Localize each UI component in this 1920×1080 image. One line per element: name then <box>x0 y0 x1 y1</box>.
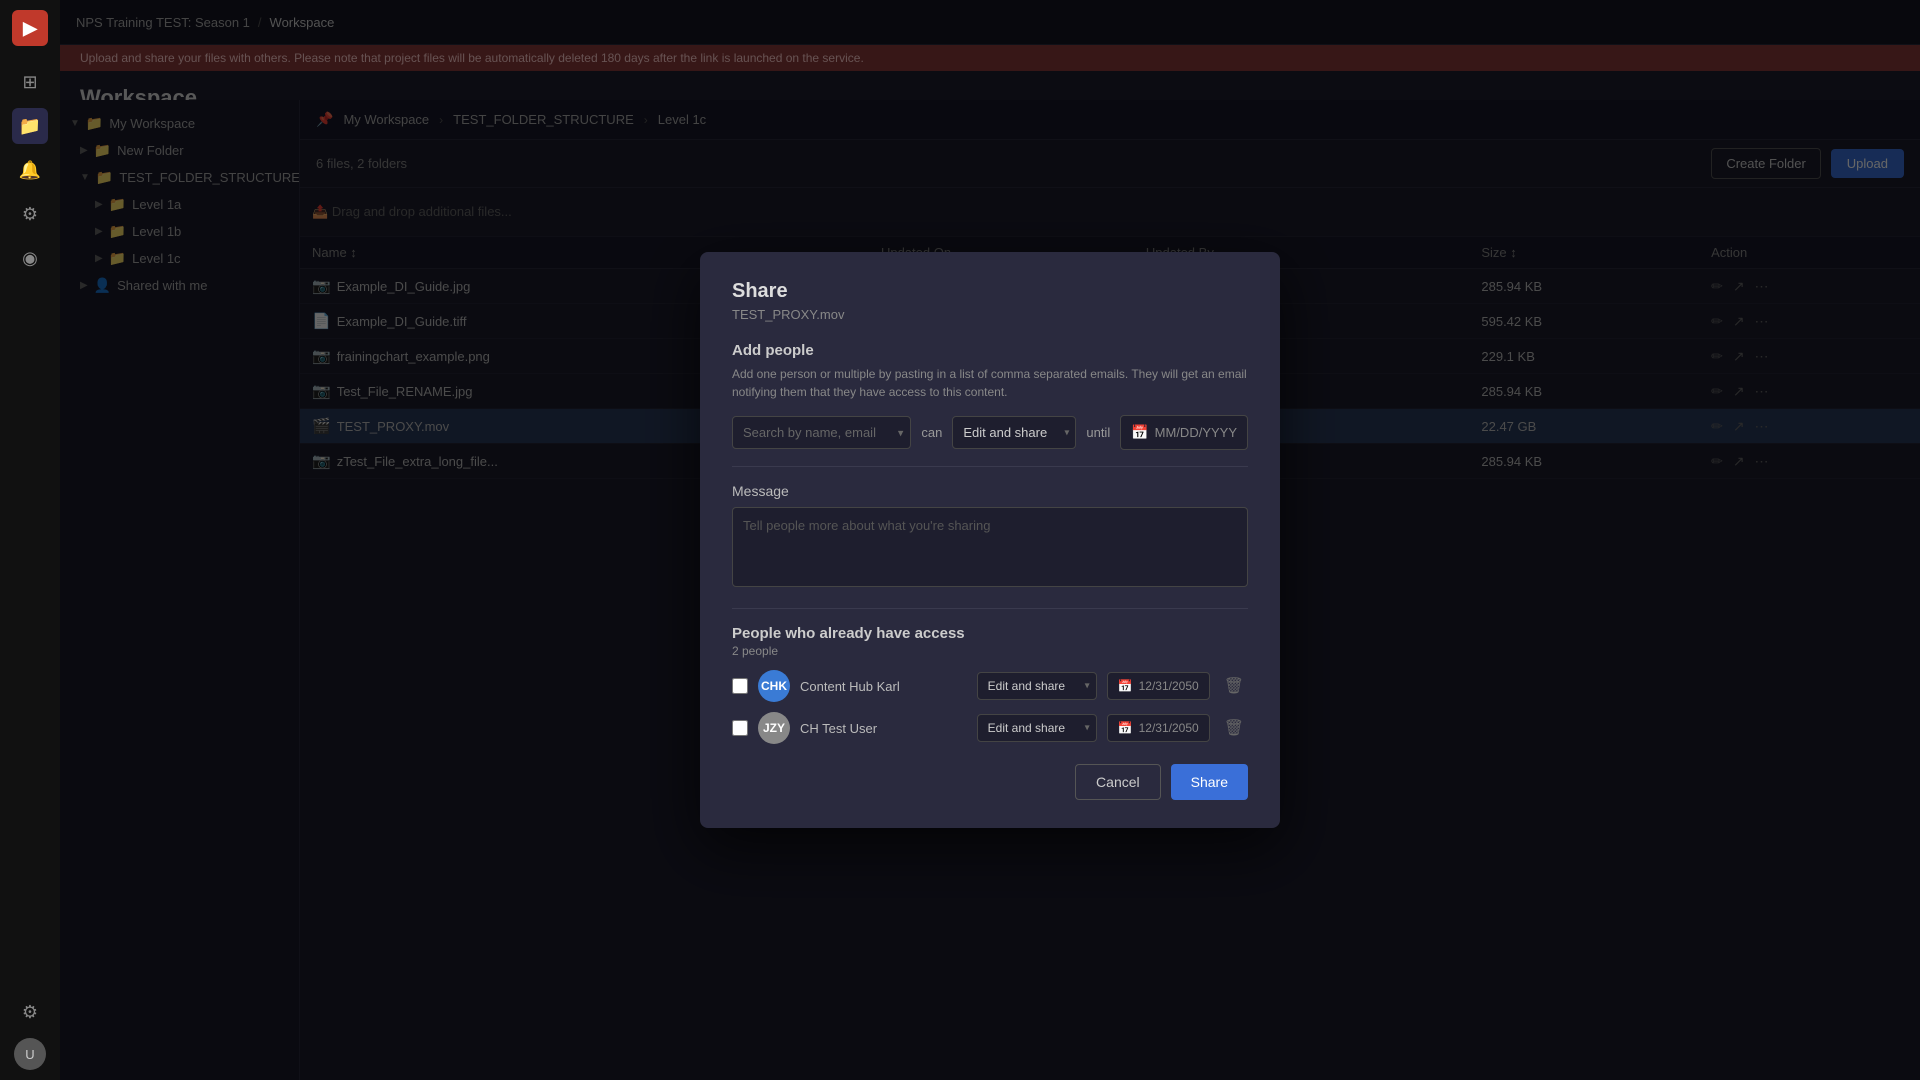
share-button[interactable]: Share <box>1171 764 1248 800</box>
person-permission-select-1[interactable]: Edit and share Edit share and View only <box>977 672 1097 700</box>
calendar-icon-2: 📅 <box>1118 721 1133 735</box>
user-avatar[interactable]: U <box>14 1038 46 1070</box>
add-people-title: Add people <box>732 342 1248 359</box>
sidebar-icon-files[interactable]: 📁 <box>12 108 48 144</box>
divider-2 <box>732 608 1248 609</box>
person-delete-button-2[interactable]: 🗑 <box>1220 714 1248 742</box>
sidebar: ▶ ⊞ 📁 🔔 ⚙ ◉ ⚙ U <box>0 0 60 1080</box>
access-count: 2 people <box>732 644 1248 658</box>
permission-select[interactable]: Edit and share Edit share and View only <box>952 416 1076 449</box>
person-date-1: 📅 12/31/2050 <box>1107 672 1210 700</box>
person-date-value-2: 12/31/2050 <box>1139 721 1199 735</box>
person-permission-select-2[interactable]: Edit and share Edit share and View only <box>977 714 1097 742</box>
person-perm-wrap-1: Edit and share Edit share and View only <box>977 672 1097 700</box>
sidebar-icon-extra[interactable]: ◉ <box>12 240 48 276</box>
cancel-button[interactable]: Cancel <box>1075 764 1161 800</box>
search-input-wrap: ▾ <box>732 416 911 449</box>
person-checkbox-2[interactable] <box>732 720 748 736</box>
person-row-2: JZY CH Test User Edit and share Edit sha… <box>732 712 1248 744</box>
modal-filename: TEST_PROXY.mov <box>732 307 1248 322</box>
person-name-1: Content Hub Karl <box>800 679 967 694</box>
person-avatar-2: JZY <box>758 712 790 744</box>
person-date-2: 📅 12/31/2050 <box>1107 714 1210 742</box>
access-title: People who already have access <box>732 625 1248 642</box>
person-checkbox-1[interactable] <box>732 678 748 694</box>
until-label: until <box>1086 425 1110 440</box>
sidebar-icon-bottom[interactable]: ⚙ <box>12 994 48 1030</box>
sidebar-icon-notifications[interactable]: 🔔 <box>12 152 48 188</box>
person-name-2: CH Test User <box>800 721 967 736</box>
share-modal: Share TEST_PROXY.mov Add people Add one … <box>700 252 1280 828</box>
sidebar-icon-settings[interactable]: ⚙ <box>12 196 48 232</box>
divider <box>732 466 1248 467</box>
date-placeholder: MM/DD/YYYY <box>1155 425 1237 440</box>
modal-overlay: Share TEST_PROXY.mov Add people Add one … <box>60 0 1920 1080</box>
share-row: ▾ can Edit and share Edit share and View… <box>732 415 1248 450</box>
modal-title: Share <box>732 280 1248 303</box>
permission-wrap: Edit and share Edit share and View only … <box>952 416 1076 449</box>
date-picker[interactable]: 📅 MM/DD/YYYY <box>1120 415 1248 450</box>
person-perm-wrap-2: Edit and share Edit share and View only <box>977 714 1097 742</box>
person-row-1: CHK Content Hub Karl Edit and share Edit… <box>732 670 1248 702</box>
person-date-value-1: 12/31/2050 <box>1139 679 1199 693</box>
search-input[interactable] <box>732 416 911 449</box>
message-label: Message <box>732 483 1248 499</box>
can-label: can <box>921 425 942 440</box>
app-logo[interactable]: ▶ <box>12 10 48 46</box>
person-avatar-1: CHK <box>758 670 790 702</box>
modal-footer: Cancel Share <box>732 764 1248 800</box>
sidebar-icon-home[interactable]: ⊞ <box>12 64 48 100</box>
search-dropdown-icon: ▾ <box>898 426 904 439</box>
person-delete-button-1[interactable]: 🗑 <box>1220 672 1248 700</box>
add-people-desc: Add one person or multiple by pasting in… <box>732 365 1248 401</box>
message-textarea[interactable] <box>732 507 1248 587</box>
calendar-icon: 📅 <box>1131 424 1148 441</box>
calendar-icon-1: 📅 <box>1118 679 1133 693</box>
